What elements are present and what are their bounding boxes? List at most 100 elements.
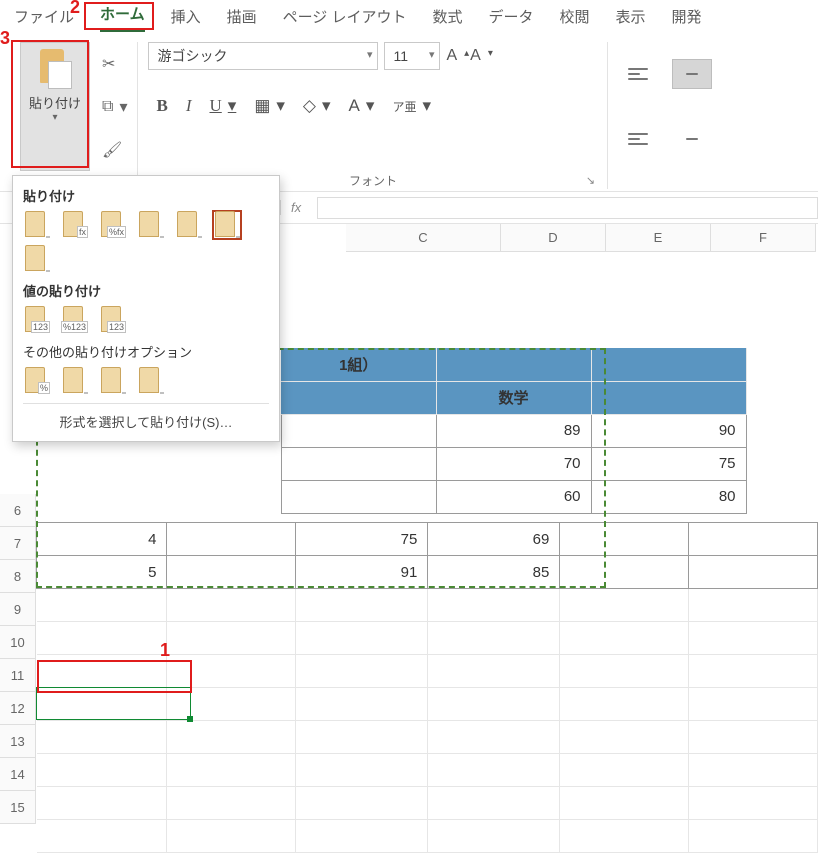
paste-option-transpose-icon[interactable] <box>23 245 51 273</box>
callout-number-3: 3 <box>0 28 10 49</box>
formula-input[interactable] <box>317 197 818 219</box>
row-header[interactable]: 6 <box>0 494 36 527</box>
cell[interactable]: 91 <box>296 556 428 589</box>
paste-option-values-number-icon[interactable]: %123 <box>61 306 89 334</box>
paste-option-picture-icon[interactable] <box>99 367 127 395</box>
cell[interactable]: 数学 <box>436 381 591 414</box>
paste-option-all-icon[interactable] <box>23 211 51 239</box>
cell[interactable]: 75 <box>296 523 428 556</box>
cell[interactable] <box>167 556 296 589</box>
row-header[interactable]: 13 <box>0 725 36 758</box>
cell[interactable]: 89 <box>436 414 591 447</box>
paste-option-values-source-icon[interactable]: 123 <box>99 306 127 334</box>
cell[interactable]: 4 <box>37 523 167 556</box>
paste-icon <box>38 49 72 89</box>
col-header[interactable]: E <box>606 224 711 252</box>
row-header[interactable]: 9 <box>0 593 36 626</box>
col-header[interactable]: F <box>711 224 816 252</box>
tab-review[interactable]: 校閲 <box>560 0 590 32</box>
font-color-button[interactable]: A▾ <box>349 96 375 116</box>
group-alignment <box>608 42 722 189</box>
bold-button[interactable]: B <box>156 96 167 116</box>
font-name-combo[interactable]: 游ゴシック <box>148 42 378 70</box>
paste-button[interactable]: 貼り付け ▾ <box>20 42 90 171</box>
row-header[interactable]: 12 <box>0 692 36 725</box>
paste-option-link-icon[interactable] <box>61 367 89 395</box>
paste-option-formatting-icon[interactable]: % <box>23 367 51 395</box>
cell[interactable] <box>436 348 591 381</box>
italic-button[interactable]: I <box>186 96 192 116</box>
cell[interactable]: 90 <box>591 414 746 447</box>
cell[interactable]: 75 <box>591 447 746 480</box>
row-header[interactable]: 7 <box>0 527 36 560</box>
paste-panel-title-other: その他の貼り付けオプション <box>23 342 269 361</box>
borders-button[interactable]: ▦▾ <box>254 96 285 116</box>
paste-option-values-icon[interactable]: 123 <box>23 306 51 334</box>
tab-formula[interactable]: 数式 <box>432 0 462 32</box>
tab-draw[interactable]: 描画 <box>227 0 257 32</box>
column-headers[interactable]: C D E F <box>346 224 818 252</box>
paste-options-panel: 貼り付け fx %fx 値の貼り付け 123 %123 123 その他の貼り付け… <box>12 175 280 442</box>
font-size-combo[interactable]: 11 <box>384 42 440 70</box>
copy-icon[interactable]: ⧉▾ <box>102 97 127 117</box>
cell[interactable]: 60 <box>436 480 591 513</box>
paste-option-formulas-icon[interactable]: fx <box>61 211 89 239</box>
row-headers[interactable]: 6 7 8 9 10 11 12 13 14 15 <box>0 494 36 824</box>
tab-insert[interactable]: 挿入 <box>171 0 201 32</box>
cell[interactable]: 69 <box>428 523 560 556</box>
cell[interactable]: 5 <box>37 556 167 589</box>
cell[interactable] <box>167 523 296 556</box>
row-header[interactable]: 15 <box>0 791 36 824</box>
paste-label: 貼り付け <box>29 93 81 112</box>
cut-icon[interactable]: ✂ <box>102 54 127 74</box>
fx-icon[interactable]: fx <box>280 200 311 215</box>
align-left-button[interactable] <box>618 124 658 154</box>
paste-option-linked-picture-icon[interactable] <box>137 367 165 395</box>
paste-option-keep-source-icon[interactable] <box>137 211 165 239</box>
increase-font-icon[interactable]: A▴ <box>446 47 462 65</box>
chevron-down-icon: ▾ <box>52 112 57 123</box>
underline-button[interactable]: U▾ <box>209 96 236 116</box>
tab-data[interactable]: データ <box>489 0 534 32</box>
cell[interactable] <box>281 447 436 480</box>
paste-panel-title-values: 値の貼り付け <box>23 281 269 300</box>
paste-option-noborders-icon[interactable] <box>175 211 203 239</box>
cell[interactable]: 85 <box>428 556 560 589</box>
align-top-button[interactable] <box>618 59 658 89</box>
format-painter-icon[interactable]: 🖌 <box>102 140 127 160</box>
paste-special-menuitem[interactable]: 形式を選択して貼り付け(S)… <box>23 403 269 437</box>
phonetic-button[interactable]: ア亜▾ <box>392 96 431 116</box>
decrease-font-icon[interactable]: A▾ <box>470 47 486 65</box>
group-font: 游ゴシック 11 A▴ A▾ B I U▾ ▦▾ ◇▾ A▾ <box>138 42 608 189</box>
tab-file[interactable]: ファイル <box>14 0 74 32</box>
paste-panel-title: 貼り付け <box>23 186 269 205</box>
clipboard-tools: ✂ ⧉▾ 🖌 <box>90 42 127 171</box>
tab-dev[interactable]: 開発 <box>672 0 702 32</box>
fill-color-button[interactable]: ◇▾ <box>303 96 331 116</box>
cell[interactable]: 80 <box>591 480 746 513</box>
row-header[interactable]: 10 <box>0 626 36 659</box>
cell[interactable] <box>591 381 746 414</box>
col-header[interactable]: D <box>501 224 606 252</box>
cell[interactable] <box>281 381 436 414</box>
tab-view[interactable]: 表示 <box>616 0 646 32</box>
row-header[interactable]: 14 <box>0 758 36 791</box>
cell[interactable]: 70 <box>436 447 591 480</box>
cell[interactable] <box>281 480 436 513</box>
paste-option-formulas-number-icon[interactable]: %fx <box>99 211 127 239</box>
align-middle-button[interactable] <box>672 59 712 89</box>
cell[interactable] <box>281 414 436 447</box>
tab-layout[interactable]: ページ レイアウト <box>283 0 407 32</box>
tab-home[interactable]: ホーム <box>100 0 145 32</box>
row-header[interactable]: 8 <box>0 560 36 593</box>
cell[interactable]: 1組） <box>281 348 436 381</box>
align-center-button[interactable] <box>672 124 712 154</box>
callout-number-1: 1 <box>160 640 170 661</box>
ribbon: 貼り付け ▾ ✂ ⧉▾ 🖌 游ゴシック 11 A▴ A▾ B I <box>0 32 818 192</box>
font-dialog-launcher-icon[interactable]: ↘ <box>583 173 597 187</box>
cell[interactable] <box>591 348 746 381</box>
group-clipboard: 貼り付け ▾ ✂ ⧉▾ 🖌 <box>10 42 138 189</box>
col-header[interactable]: C <box>346 224 501 252</box>
row-header[interactable]: 11 <box>0 659 36 692</box>
paste-option-keep-width-icon[interactable] <box>213 211 241 239</box>
